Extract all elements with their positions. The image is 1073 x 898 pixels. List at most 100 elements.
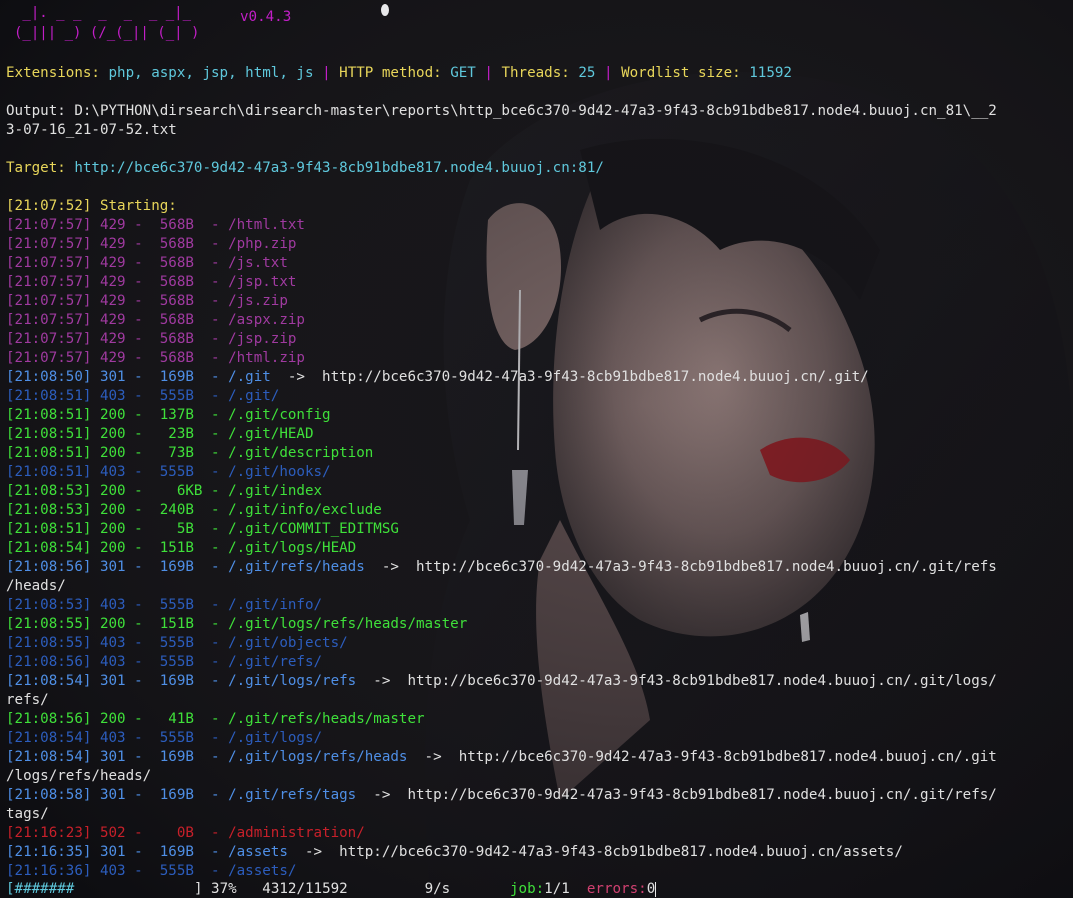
redirect-target-wrap: /heads/ bbox=[6, 578, 66, 594]
result-entry: [21:08:51] 403 - 555B - /.git/ bbox=[6, 388, 280, 404]
result-entry: [21:08:56] 403 - 555B - /.git/refs/ bbox=[6, 654, 323, 670]
result-row: [21:08:51] 200 - 5B - /.git/COMMIT_EDITM… bbox=[6, 520, 399, 539]
redirect-target[interactable]: -> http://bce6c370-9d42-47a3-9f43-8cb91b… bbox=[365, 559, 997, 575]
result-entry: [21:08:51] 200 - 73B - /.git/description bbox=[6, 445, 374, 461]
result-entry: [21:16:35] 301 - 169B - /assets bbox=[6, 844, 288, 860]
result-row: [21:08:51] 200 - 73B - /.git/description bbox=[6, 444, 373, 463]
progress-line: [####### ] 37% 4312/11592 9/s job:1/1 er… bbox=[6, 880, 657, 898]
result-row: [21:08:53] 403 - 555B - /.git/info/ bbox=[6, 596, 322, 615]
redirect-target[interactable]: -> http://bce6c370-9d42-47a3-9f43-8cb91b… bbox=[356, 787, 997, 803]
progress-bar-fill: ####### bbox=[14, 881, 75, 897]
result-entry: [21:07:57] 429 - 568B - /html.txt bbox=[6, 217, 305, 233]
redirect-target[interactable]: -> http://bce6c370-9d42-47a3-9f43-8cb91b… bbox=[288, 844, 903, 860]
banner-art-line-2: (_||| _) (/_(_|| (_| ) bbox=[14, 25, 200, 41]
extensions-value: php, aspx, jsp, html, js bbox=[108, 65, 314, 81]
result-row: [21:08:55] 403 - 555B - /.git/objects/ bbox=[6, 634, 348, 653]
result-row: [21:08:53] 200 - 6KB - /.git/index bbox=[6, 482, 322, 501]
start-line: [21:07:52] Starting: bbox=[6, 198, 177, 214]
result-entry: [21:08:51] 200 - 137B - /.git/config bbox=[6, 407, 331, 423]
result-row: [21:07:57] 429 - 568B - /aspx.zip bbox=[6, 311, 305, 330]
result-row: [21:08:55] 200 - 151B - /.git/logs/refs/… bbox=[6, 615, 467, 634]
sparkle-icon bbox=[381, 4, 389, 16]
redirect-target[interactable]: -> http://bce6c370-9d42-47a3-9f43-8cb91b… bbox=[407, 749, 997, 765]
extensions-label: Extensions: bbox=[6, 65, 100, 81]
target-label: Target: bbox=[6, 160, 66, 176]
result-row: [21:08:54] 403 - 555B - /.git/logs/ bbox=[6, 729, 322, 748]
redirect-target-wrap: refs/ bbox=[6, 692, 49, 708]
result-entry: [21:07:57] 429 - 568B - /jsp.txt bbox=[6, 274, 297, 290]
errors-label: errors: bbox=[586, 881, 647, 897]
text-cursor bbox=[655, 881, 657, 897]
separator: | bbox=[322, 65, 331, 81]
result-entry: [21:16:23] 502 - 0B - /administration/ bbox=[6, 825, 365, 841]
progress-percent: 37% bbox=[211, 881, 237, 897]
separator: | bbox=[484, 65, 493, 81]
result-row: [21:07:57] 429 - 568B - /php.zip bbox=[6, 235, 296, 254]
result-entry: [21:08:53] 200 - 6KB - /.git/index bbox=[6, 483, 323, 499]
result-row: [21:08:53] 200 - 240B - /.git/info/exclu… bbox=[6, 501, 382, 520]
result-entry: [21:08:55] 403 - 555B - /.git/objects/ bbox=[6, 635, 348, 651]
result-row: [21:08:51] 403 - 555B - /.git/ bbox=[6, 387, 279, 406]
result-row: [21:16:35] 301 - 169B - /assets -> http:… bbox=[6, 843, 903, 862]
result-row: [21:08:54] 301 - 169B - /.git/logs/refs/… bbox=[6, 748, 997, 767]
progress-bar: [####### ] bbox=[6, 881, 202, 897]
target-line: Target: http://bce6c370-9d42-47a3-9f43-8… bbox=[6, 159, 604, 178]
method-value: GET bbox=[450, 65, 476, 81]
progress-bar-close: ] bbox=[193, 881, 203, 897]
result-row: [21:08:50] 301 - 169B - /.git -> http://… bbox=[6, 368, 869, 387]
output-path-line-1: Output: D:\PYTHON\dirsearch\dirsearch-ma… bbox=[6, 103, 997, 119]
result-row: [21:07:57] 429 - 568B - /html.txt bbox=[6, 216, 305, 235]
result-row: [21:07:57] 429 - 568B - /html.zip bbox=[6, 349, 305, 368]
result-row: [21:16:23] 502 - 0B - /administration/ bbox=[6, 824, 365, 843]
result-entry: [21:08:51] 200 - 5B - /.git/COMMIT_EDITM… bbox=[6, 521, 399, 537]
result-entry: [21:08:54] 403 - 555B - /.git/logs/ bbox=[6, 730, 323, 746]
result-row: [21:08:54] 200 - 151B - /.git/logs/HEAD bbox=[6, 539, 356, 558]
result-row: [21:08:51] 403 - 555B - /.git/hooks/ bbox=[6, 463, 331, 482]
wordlist-value: 11592 bbox=[749, 65, 792, 81]
result-entry: [21:08:53] 403 - 555B - /.git/info/ bbox=[6, 597, 323, 613]
result-entry: [21:08:56] 301 - 169B - /.git/refs/heads bbox=[6, 559, 365, 575]
method-label: HTTP method: bbox=[339, 65, 442, 81]
redirect-target[interactable]: -> http://bce6c370-9d42-47a3-9f43-8cb91b… bbox=[271, 369, 869, 385]
job-value: 1/1 bbox=[544, 881, 570, 897]
result-row: [21:07:57] 429 - 568B - /js.txt bbox=[6, 254, 288, 273]
output-path-line-2: 3-07-16_21-07-52.txt bbox=[6, 122, 177, 138]
result-entry: [21:07:57] 429 - 568B - /aspx.zip bbox=[6, 312, 305, 328]
redirect-target-wrap: tags/ bbox=[6, 806, 49, 822]
job-label: job: bbox=[510, 881, 545, 897]
result-entry: [21:07:57] 429 - 568B - /js.zip bbox=[6, 293, 288, 309]
result-entry: [21:08:56] 200 - 41B - /.git/refs/heads/… bbox=[6, 711, 425, 727]
result-row: [21:08:56] 403 - 555B - /.git/refs/ bbox=[6, 653, 322, 672]
banner-art-line-1: _|. _ _ _ _ _ _|_ bbox=[14, 5, 192, 21]
result-entry: [21:08:50] 301 - 169B - /.git bbox=[6, 369, 271, 385]
result-entry: [21:08:53] 200 - 240B - /.git/info/exclu… bbox=[6, 502, 382, 518]
result-entry: [21:08:54] 301 - 169B - /.git/logs/refs bbox=[6, 673, 357, 689]
result-entry: [21:08:51] 200 - 23B - /.git/HEAD bbox=[6, 426, 314, 442]
threads-value: 25 bbox=[578, 65, 596, 81]
result-row: [21:16:36] 403 - 555B - /assets/ bbox=[6, 862, 296, 881]
progress-count: 4312/11592 bbox=[262, 881, 348, 897]
result-row: [21:07:57] 429 - 568B - /js.zip bbox=[6, 292, 288, 311]
result-row: [21:07:57] 429 - 568B - /jsp.zip bbox=[6, 330, 296, 349]
result-row: [21:08:58] 301 - 169B - /.git/refs/tags … bbox=[6, 786, 997, 805]
result-entry: [21:08:54] 200 - 151B - /.git/logs/HEAD bbox=[6, 540, 357, 556]
result-entry: [21:07:57] 429 - 568B - /jsp.zip bbox=[6, 331, 297, 347]
result-entry: [21:07:57] 429 - 568B - /html.zip bbox=[6, 350, 305, 366]
result-entry: [21:16:36] 403 - 555B - /assets/ bbox=[6, 863, 297, 879]
result-row: [21:08:54] 301 - 169B - /.git/logs/refs … bbox=[6, 672, 997, 691]
threads-label: Threads: bbox=[501, 65, 570, 81]
progress-rate: 9/s bbox=[424, 881, 451, 897]
target-url[interactable]: http://bce6c370-9d42-47a3-9f43-8cb91bdbe… bbox=[74, 160, 604, 176]
result-row: [21:08:56] 200 - 41B - /.git/refs/heads/… bbox=[6, 710, 425, 729]
separator: | bbox=[604, 65, 613, 81]
result-entry: [21:07:57] 429 - 568B - /js.txt bbox=[6, 255, 288, 271]
progress-bar-open: [ bbox=[6, 881, 15, 897]
result-entry: [21:08:55] 200 - 151B - /.git/logs/refs/… bbox=[6, 616, 468, 632]
result-row: [21:08:51] 200 - 137B - /.git/config bbox=[6, 406, 331, 425]
result-row: [21:07:57] 429 - 568B - /jsp.txt bbox=[6, 273, 296, 292]
redirect-target-wrap: /logs/refs/heads/ bbox=[6, 768, 152, 784]
redirect-target[interactable]: -> http://bce6c370-9d42-47a3-9f43-8cb91b… bbox=[356, 673, 997, 689]
wordlist-label: Wordlist size: bbox=[621, 65, 741, 81]
result-row: [21:08:51] 200 - 23B - /.git/HEAD bbox=[6, 425, 314, 444]
version-label: v0.4.3 bbox=[240, 9, 292, 25]
